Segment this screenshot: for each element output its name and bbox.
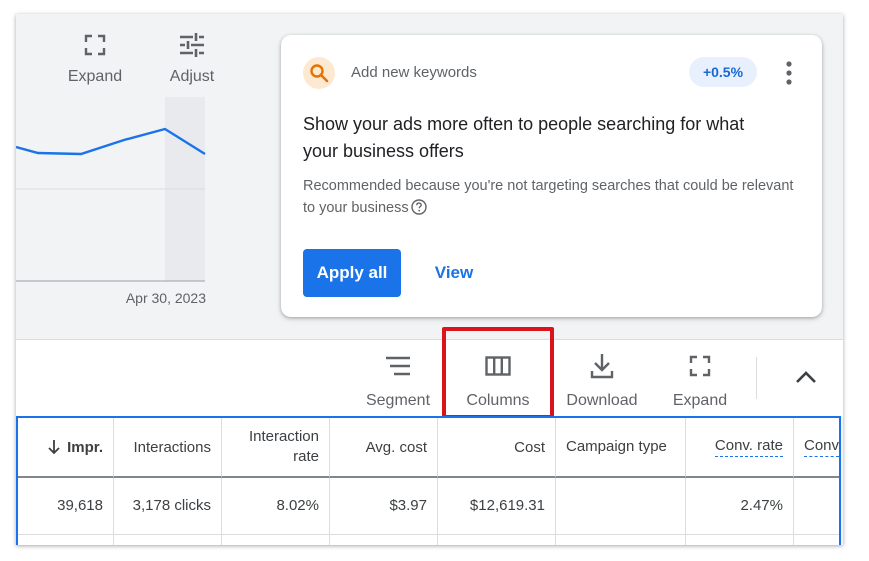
fullscreen-icon [668,350,732,382]
header-conv-label: Conv [804,437,839,457]
header-cost[interactable]: Cost [438,418,556,478]
table-expand-label: Expand [672,392,728,409]
tune-icon [162,30,222,60]
collapse-button[interactable] [789,360,823,394]
table-expand-button[interactable]: Expand [668,350,732,410]
cell-campaign-type [556,478,686,535]
chart-date-label: Apr 30, 2023 [125,290,206,306]
chart-adjust-button[interactable]: Adjust [162,30,222,86]
sort-arrow-down-icon [47,439,61,455]
help-icon[interactable] [410,199,427,215]
download-button[interactable]: Download [562,350,642,410]
chart-expand-label: Expand [67,68,123,85]
chart-adjust-label: Adjust [169,68,215,85]
header-interactions-label: Interactions [133,438,211,456]
next-row-fragment [18,535,114,545]
segment-label: Segment [365,392,431,409]
header-interaction-rate[interactable]: Interaction rate [222,418,330,478]
download-label: Download [566,392,638,409]
app-frame: e Expand Adjust [16,14,843,545]
header-conv-rate-label: Conv. rate [714,437,783,457]
overview-area: e Expand Adjust [16,14,843,339]
next-row-fragment [794,535,839,545]
header-avg-cost[interactable]: Avg. cost [330,418,438,478]
cell-conv-rate: 2.47% [686,478,794,535]
recommendation-headline: Show your ads more often to people searc… [303,114,745,161]
search-icon [303,57,335,89]
chart-panel: e Expand Adjust [16,14,271,339]
score-uplift-badge: +0.5% [689,57,757,87]
table-toolbar: Segment Columns Download Expand [16,339,843,417]
cell-interactions: 3,178 clicks [114,478,222,535]
header-impr[interactable]: Impr. [18,418,114,478]
toolbar-divider [756,357,757,399]
fullscreen-icon [64,30,126,60]
cell-avg-cost: $3.97 [330,478,438,535]
header-conv[interactable]: Conv [794,418,839,478]
header-cost-label: Cost [514,438,545,456]
recommendation-type: Add new keywords [351,64,477,81]
header-avg-cost-label: Avg. cost [365,438,427,456]
segment-icon [362,350,434,382]
performance-chart [16,97,206,282]
columns-highlight-box [442,327,554,419]
next-row-fragment [330,535,438,545]
next-row-fragment [222,535,330,545]
header-interaction-rate-label: Interaction rate [248,428,319,465]
chart-expand-button[interactable]: Expand [64,30,126,86]
header-campaign-type[interactable]: Campaign type [556,418,686,478]
next-row-fragment [556,535,686,545]
next-row-fragment [114,535,222,545]
segment-button[interactable]: Segment [362,350,434,410]
cell-interaction-rate: 8.02% [222,478,330,535]
table-grid: Impr. Interactions Interaction rate Avg.… [18,418,839,545]
header-impr-label: Impr. [67,438,103,456]
cut-off-tool-label: e [16,30,20,86]
campaign-table: Impr. Interactions Interaction rate Avg.… [16,416,841,545]
next-row-fragment [438,535,556,545]
chevron-up-icon [796,371,816,383]
header-campaign-type-label: Campaign type [566,438,667,455]
recommendation-card: Add new keywords +0.5% Show your ads mor… [281,35,822,317]
view-button[interactable]: View [419,249,489,297]
header-interactions[interactable]: Interactions [114,418,222,478]
apply-all-button[interactable]: Apply all [303,249,401,297]
cell-impr: 39,618 [18,478,114,535]
next-row-fragment [686,535,794,545]
cell-cost: $12,619.31 [438,478,556,535]
more-options-button[interactable] [779,58,799,88]
recommendation-description: Recommended because you're not targeting… [303,175,803,219]
download-icon [562,350,642,382]
header-conv-rate[interactable]: Conv. rate [686,418,794,478]
more-vert-icon [786,61,792,85]
cell-conv [794,478,839,535]
recommendation-description-text: Recommended because you're not targeting… [303,178,794,216]
